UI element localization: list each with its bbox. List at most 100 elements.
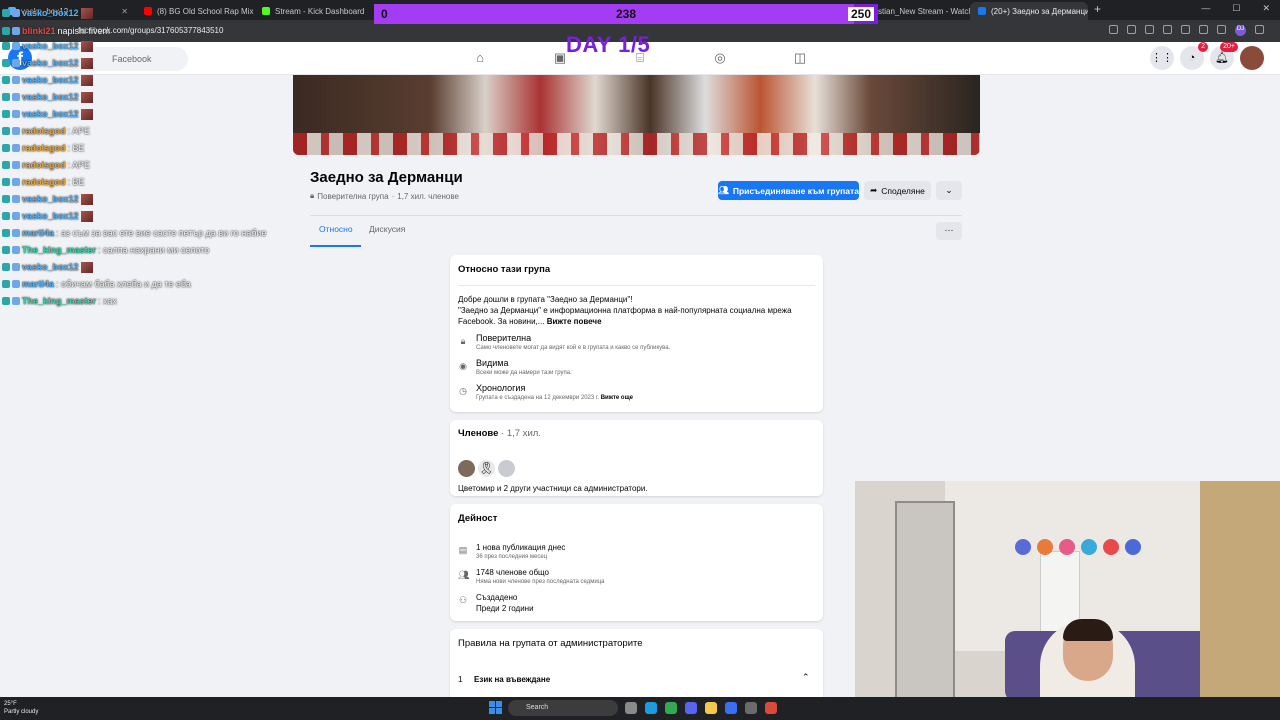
app-icon[interactable] [725,702,737,714]
chat-username[interactable]: radoisgod [22,177,66,187]
chat-username[interactable]: vasko_box12 [22,109,79,119]
chat-username[interactable]: The_king_master [22,245,96,255]
chat-badge-icon [12,263,20,271]
discord-icon[interactable] [685,702,697,714]
chat-badge-icon [2,263,10,271]
browser-tab[interactable]: (8) BG Old School Rap Mix 2018 ✕ [136,2,254,20]
admin-avatar[interactable] [458,460,475,477]
chat-username[interactable]: vasko_box12 [22,92,79,102]
admin-avatar[interactable]: 🎗︎ [478,460,495,477]
activity-created-ago: Преди 2 години [476,604,534,613]
chat-username[interactable]: radoisgod [22,160,66,170]
messenger-icon[interactable]: ◔ 2 [1180,42,1208,70]
notifications-icon[interactable]: 🔔︎ 20+ [1210,42,1238,70]
chat-username[interactable]: vasko_box12 [22,75,79,85]
group-member-count[interactable]: 1,7 хил. членове [397,192,459,201]
file-explorer-icon[interactable] [705,702,717,714]
chat-emote-icon [80,193,93,205]
chat-badge-icon [2,297,10,305]
chat-username[interactable]: radoisgod [22,126,66,136]
chat-message: radoisgod: BE [2,141,85,155]
chat-username[interactable]: marti4a [22,279,54,289]
admin-avatar[interactable] [498,460,515,477]
menu-icon[interactable] [1255,25,1264,34]
cast-icon[interactable] [1145,25,1154,34]
new-tab-button[interactable]: + [1094,2,1101,16]
chat-badge-icon [12,144,20,152]
chat-message: marti4a: аз съм за вас ете вие састе пет… [2,226,266,240]
browser-tab[interactable]: Stream - Kick Dashboard [254,2,374,20]
goal-start: 0 [381,7,388,21]
chat-username[interactable]: The_king_master [22,296,96,306]
share-icon[interactable] [1163,25,1172,34]
chevron-up-icon[interactable]: ⌃ [802,672,810,683]
maximize-icon[interactable]: ☐ [1232,3,1240,14]
admins-text[interactable]: Цветомир и 2 други участници са админист… [458,483,648,494]
about-card: Относно тази група Добре дошли в групата… [450,255,823,412]
weather-widget[interactable]: 25°F Partly cloudy [4,700,38,716]
profile-avatar[interactable]: DJ [1235,25,1246,36]
groups-icon[interactable]: ◎ [712,50,728,66]
group-cover-photo [293,75,980,155]
task-view-icon[interactable] [625,702,637,714]
ribbon-icon: 🎗︎ [478,461,495,475]
app-icon[interactable] [765,702,777,714]
app-icon[interactable] [745,702,757,714]
tab-discussion[interactable]: Дискусия [369,224,405,234]
chat-message: vasko_box12 [2,56,93,70]
chat-badge-icon [12,42,20,50]
chat-badge-icon [12,76,20,84]
wall-decoration [1059,539,1075,555]
translate-icon[interactable] [1109,25,1118,34]
windows-start-icon[interactable] [489,701,502,714]
see-more-link[interactable]: Вижте повече [547,317,602,326]
see-all-link[interactable]: Вижте още [601,395,633,401]
tab-about[interactable]: Относно [319,224,353,234]
about-description: Добре дошли в групата "Заедно за Дерманц… [458,295,633,304]
chat-message: The_king_master: салпа нахрани ми селото [2,243,209,257]
activity-members-sub: Няма нови членове през последната седмиц… [476,579,605,585]
chat-username[interactable]: vasko_box12 [22,41,79,51]
chat-username[interactable]: radoisgod [22,143,66,153]
lock-icon: 🔒︎ [310,191,315,200]
share-button[interactable]: ➦ Споделяне [864,181,931,200]
more-options-button[interactable]: ⌄ [936,181,962,200]
notifications-badge: 20+ [1220,42,1238,52]
bookmark-icon[interactable] [1181,25,1190,34]
more-dots-button[interactable]: ··· [936,222,962,240]
gaming-icon[interactable]: ◫ [792,50,808,66]
minimize-icon[interactable]: — [1201,3,1210,14]
chat-username[interactable]: vasko_box12 [22,8,79,18]
chat-username[interactable]: marti4a [22,228,54,238]
chat-username[interactable]: blinki21 [22,26,56,36]
chat-message: blinki21 napishi fivem [2,24,110,38]
menu-grid-icon[interactable]: ⋮⋮ [1150,46,1174,70]
window-controls: — ☐ ✕ [1201,3,1270,14]
zoom-icon[interactable] [1127,25,1136,34]
chat-username[interactable]: vasko_box12 [22,58,79,68]
wall-decoration [1081,539,1097,555]
group-title[interactable]: Заедно за Дерманци [310,169,463,186]
close-icon[interactable]: ✕ [121,7,128,16]
browser-tab-active[interactable]: (20+) Заедно за Дерманци | Fa ✕ [970,2,1088,20]
edge-icon[interactable] [645,702,657,714]
taskbar-search[interactable]: Search [508,700,618,716]
chat-text: : BE [67,177,85,187]
chat-text: napishi fivem [57,26,111,36]
close-window-icon[interactable]: ✕ [1262,3,1270,14]
kick-icon [262,7,270,15]
join-group-button[interactable]: 👥︎ Присъединяване към групата [718,181,859,200]
chat-username[interactable]: vasko_box12 [22,262,79,272]
chat-username[interactable]: vasko_box12 [22,211,79,221]
chat-text: : обичам баба хлеба и да те еба [56,279,191,289]
rule-title[interactable]: Език на въвеждане [474,674,550,685]
home-icon[interactable]: ⌂ [472,50,488,66]
wall-decoration [1037,539,1053,555]
extensions-icon[interactable] [1199,25,1208,34]
wall-decoration [1103,539,1119,555]
sidebar-icon[interactable] [1217,25,1226,34]
browser-tab[interactable]: stian_New Stream - Watch ✕ [870,2,970,20]
chat-username[interactable]: vasko_box12 [22,194,79,204]
chrome-icon[interactable] [665,702,677,714]
account-avatar[interactable] [1240,46,1264,70]
